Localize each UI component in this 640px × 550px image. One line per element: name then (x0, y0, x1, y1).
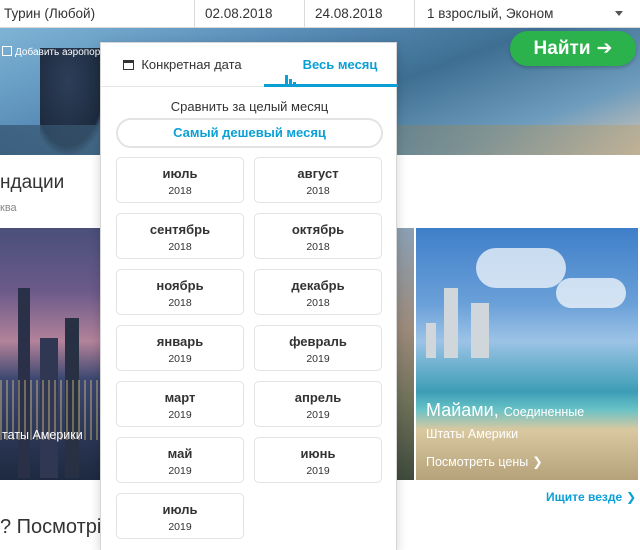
month-option[interactable]: июль 2018 (116, 157, 244, 203)
month-name: март (164, 390, 196, 405)
month-option[interactable]: апрель 2019 (254, 381, 382, 427)
month-name: июнь (300, 446, 336, 461)
tab-month-label: Весь месяц (302, 57, 378, 72)
destination-card-new-york[interactable] (0, 228, 100, 480)
month-year: 2019 (306, 353, 330, 365)
depart-date-field[interactable]: 02.08.2018 (195, 0, 305, 28)
return-date-field[interactable]: 24.08.2018 (305, 0, 415, 28)
month-option[interactable]: декабрь 2018 (254, 269, 382, 315)
month-option[interactable]: август 2018 (254, 157, 382, 203)
chevron-down-icon (615, 11, 623, 16)
month-name: ноябрь (156, 278, 204, 293)
cloud (476, 248, 566, 288)
recommendations-title: ндации (0, 172, 65, 193)
month-year: 2018 (168, 241, 192, 253)
add-airports-label: Добавить аэропорт (15, 47, 105, 58)
date-picker-panel: Конкретная дата Весь месяц Сравнить за ц… (100, 42, 398, 550)
view-prices-label: Посмотреть цены (426, 455, 529, 469)
skyscraper (426, 323, 436, 358)
chevron-right-icon: ❯ (626, 490, 637, 504)
miami-country-part2: Штаты Америки (426, 427, 519, 441)
search-bar: Турин (Любой) 02.08.2018 24.08.2018 1 вз… (0, 0, 640, 28)
month-name: май (167, 446, 193, 461)
month-year: 2018 (306, 297, 330, 309)
month-name: сентябрь (149, 222, 211, 237)
month-year: 2019 (168, 521, 192, 533)
recommendations-subtitle: ква (0, 202, 17, 214)
view-prices-link[interactable]: Посмотреть цены ❯ (426, 454, 543, 469)
month-year: 2018 (168, 297, 192, 309)
month-name: февраль (289, 334, 347, 349)
month-name: июль (162, 502, 198, 517)
checkbox-icon (2, 46, 12, 56)
cheapest-month-button[interactable]: Самый дешевый месяц (116, 118, 383, 148)
calendar-icon (123, 60, 135, 70)
tab-specific-label: Конкретная дата (141, 57, 242, 72)
miami-country-part1: Соединенные (503, 405, 585, 419)
month-name: октябрь (291, 222, 345, 237)
find-button-label: Найти (533, 38, 591, 59)
passengers-select[interactable]: 1 взрослый, Эконом (415, 0, 635, 28)
month-option[interactable]: январь 2019 (116, 325, 244, 371)
find-button[interactable]: Найти ➔ (510, 31, 636, 66)
month-year: 2019 (168, 353, 192, 365)
compare-label: Сравнить за целый месяц (170, 99, 329, 114)
month-option[interactable]: сентябрь 2018 (116, 213, 244, 259)
passengers-label: 1 взрослый, Эконом (427, 6, 554, 21)
destination-card-edge[interactable] (397, 228, 414, 480)
month-option[interactable]: февраль 2019 (254, 325, 382, 371)
month-year: 2018 (306, 241, 330, 253)
month-option[interactable]: октябрь 2018 (254, 213, 382, 259)
month-name: июль (162, 166, 198, 181)
month-name: январь (156, 334, 204, 349)
month-year: 2019 (306, 465, 330, 477)
month-name: декабрь (291, 278, 345, 293)
cloud (556, 278, 626, 308)
month-option[interactable]: июнь 2019 (254, 437, 382, 483)
search-everywhere-link[interactable]: Ищите везде ❯ (546, 490, 636, 504)
month-option[interactable]: июль 2019 (116, 493, 244, 539)
search-everywhere-label: Ищите везде (546, 490, 623, 504)
month-name: апрель (294, 390, 342, 405)
chevron-right-icon: ❯ (532, 455, 543, 469)
miami-card-title: Майами, Соединенные (426, 400, 584, 421)
month-option[interactable]: май 2019 (116, 437, 244, 483)
destination-field[interactable]: Турин (Любой) (0, 0, 195, 28)
month-year: 2019 (168, 409, 192, 421)
month-option[interactable]: март 2019 (116, 381, 244, 427)
arrow-right-icon: ➔ (596, 38, 613, 59)
date-mode-tabs: Конкретная дата Весь месяц (101, 43, 398, 87)
skyscraper (444, 288, 458, 358)
month-year: 2019 (168, 465, 192, 477)
tab-specific-date[interactable]: Конкретная дата (101, 43, 264, 87)
month-year: 2018 (306, 185, 330, 197)
month-year: 2018 (168, 185, 192, 197)
miami-city-name: Майами, (426, 400, 499, 420)
bar-chart-icon (284, 44, 297, 87)
month-name: август (297, 166, 339, 181)
month-year: 2019 (306, 409, 330, 421)
month-option[interactable]: ноябрь 2018 (116, 269, 244, 315)
skyscraper (471, 303, 489, 358)
tab-whole-month[interactable]: Весь месяц (264, 43, 398, 87)
card-country-label: таты Америки (2, 428, 83, 442)
add-airports-checkbox[interactable]: Добавить аэропорт (2, 46, 105, 58)
section-title: ? Посмотрі (0, 516, 102, 538)
destination-card-miami[interactable] (416, 228, 638, 480)
